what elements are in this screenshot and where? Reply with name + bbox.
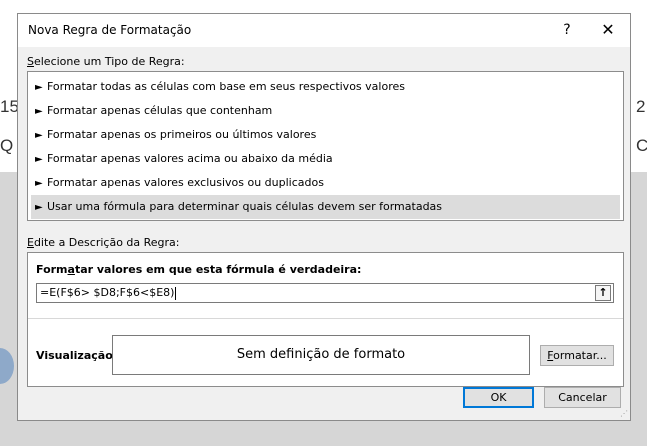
text-caret [175, 286, 177, 300]
preview-label: Visualização: [36, 349, 118, 362]
help-button[interactable]: ? [556, 19, 578, 41]
arrow-right-icon: ► [35, 82, 43, 93]
arrow-right-icon: ► [35, 154, 43, 165]
cell-text: C [636, 136, 647, 155]
ok-button[interactable]: OK [463, 387, 534, 408]
close-button[interactable]: ✕ [596, 19, 620, 41]
rule-type-item[interactable]: ► Formatar apenas valores exclusivos ou d… [31, 171, 620, 195]
arrow-right-icon: ► [35, 202, 43, 213]
title-bar[interactable]: Nova Regra de Formatação ? ✕ [18, 14, 630, 47]
divider [28, 318, 623, 319]
resize-grip-icon[interactable]: ⋰ [620, 410, 628, 418]
rule-type-item[interactable]: ► Formatar apenas células que contenham [31, 99, 620, 123]
format-button[interactable]: Formatar... [540, 345, 614, 366]
cell-text: Q [0, 136, 14, 155]
rule-type-item[interactable]: ► Formatar apenas valores acima ou abaixo… [31, 147, 620, 171]
cancel-button[interactable]: Cancelar [544, 387, 621, 408]
rule-type-list[interactable]: ► Formatar todas as células com base em s… [27, 71, 624, 221]
edit-description-label: Edite a Descrição da Regra: [27, 236, 180, 249]
select-rule-type-label: Selecione um Tipo de Regra: [27, 55, 185, 68]
arrow-right-icon: ► [35, 106, 43, 117]
formula-label: Formatar valores em que esta fórmula é v… [36, 263, 362, 276]
rule-type-item-selected[interactable]: ► Usar uma fórmula para determinar quais … [31, 195, 620, 219]
preview-box: Sem definição de formato [112, 335, 530, 375]
rule-type-item[interactable]: ► Formatar apenas os primeiros ou últimos… [31, 123, 620, 147]
rule-type-item[interactable]: ► Formatar todas as células com base em s… [31, 75, 620, 99]
new-formatting-rule-dialog: Nova Regra de Formatação ? ✕ Selecione u… [17, 13, 631, 421]
formula-input[interactable]: =E(F$6> $D8;F$6<$E8) ↑ [36, 283, 614, 303]
rule-description-panel: Formatar valores em que esta fórmula é v… [27, 252, 624, 387]
arrow-right-icon: ► [35, 130, 43, 141]
dialog-title: Nova Regra de Formatação [28, 23, 192, 37]
collapse-dialog-icon[interactable]: ↑ [595, 285, 611, 301]
arrow-right-icon: ► [35, 178, 43, 189]
cell-text: 2 [636, 97, 646, 116]
